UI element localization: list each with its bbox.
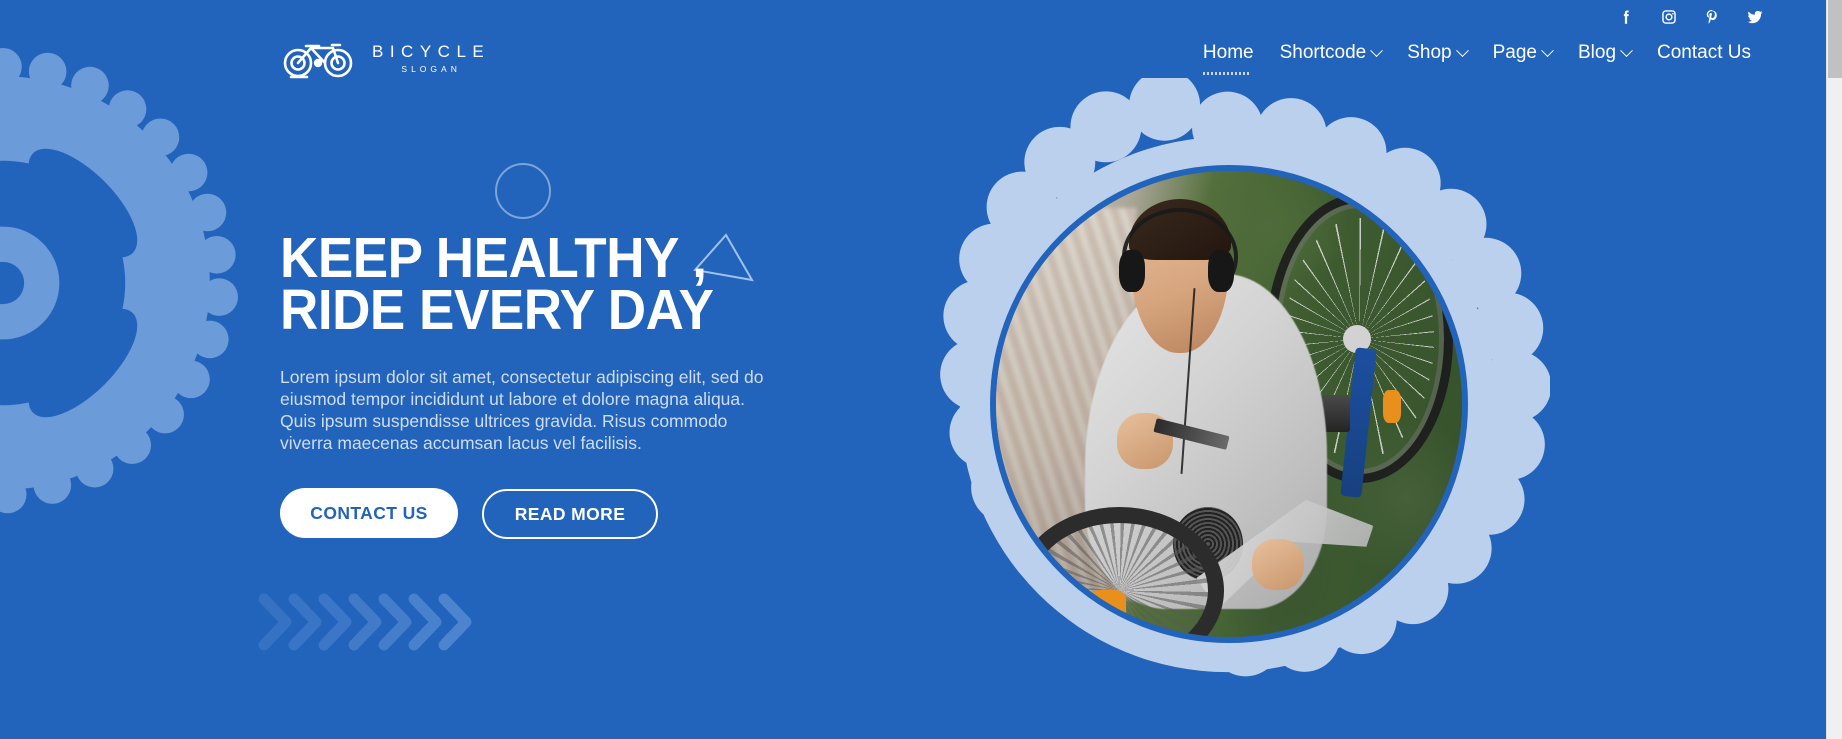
hero-title: KEEP HEALTHY , RIDE EVERY DAY xyxy=(280,226,714,342)
logo-title: BICYCLE xyxy=(372,41,491,61)
nav-item-contact-us[interactable]: Contact Us xyxy=(1644,40,1764,66)
scrollbar-thumb[interactable] xyxy=(1828,0,1842,78)
active-nav-underline xyxy=(1202,72,1251,75)
hero-description: Lorem ipsum dolor sit amet, consectetur … xyxy=(280,367,764,453)
hero-photo xyxy=(990,165,1468,643)
main-navigation: Home Shortcode Shop Page Blog Contact Us xyxy=(1190,40,1764,75)
chevron-down-icon xyxy=(1370,43,1384,57)
hero-content: KEEP HEALTHY , RIDE EVERY DAY Lorem ipsu… xyxy=(280,226,800,539)
read-more-button[interactable]: READ MORE xyxy=(482,489,658,539)
nav-item-page[interactable]: Page xyxy=(1480,40,1565,66)
logo-subtitle: SLOGAN xyxy=(401,63,461,74)
nav-label: Blog xyxy=(1577,42,1617,63)
vertical-scrollbar[interactable] xyxy=(1826,0,1842,739)
chevron-down-icon xyxy=(1455,43,1469,57)
nav-label: Shop xyxy=(1407,42,1452,63)
nav-item-shortcode[interactable]: Shortcode xyxy=(1267,40,1395,66)
chevron-arrows-icon xyxy=(258,593,472,651)
nav-label: Home xyxy=(1202,42,1254,63)
chevron-down-icon xyxy=(1620,43,1633,57)
nav-label: Contact Us xyxy=(1657,42,1751,63)
chevron-down-icon xyxy=(1541,43,1554,57)
page-root: BICYCLE SLOGAN Home Shortcode Shop Page xyxy=(0,0,1842,739)
outline-circle-icon xyxy=(495,163,551,219)
nav-label: Shortcode xyxy=(1279,42,1367,63)
twitter-icon[interactable] xyxy=(1746,7,1764,27)
nav-label: Page xyxy=(1492,42,1537,63)
contact-us-button[interactable]: CONTACT US xyxy=(280,488,458,538)
instagram-icon[interactable] xyxy=(1660,7,1678,27)
site-logo[interactable]: BICYCLE SLOGAN xyxy=(280,32,490,84)
nav-item-home[interactable]: Home xyxy=(1190,40,1267,75)
bicycle-icon xyxy=(283,43,353,79)
nav-item-blog[interactable]: Blog xyxy=(1565,40,1644,66)
facebook-icon[interactable] xyxy=(1617,7,1635,27)
social-links xyxy=(1617,4,1764,30)
hero-button-group: CONTACT US READ MORE xyxy=(280,487,800,539)
nav-item-shop[interactable]: Shop xyxy=(1394,40,1479,66)
chainring-gear-icon xyxy=(0,48,238,514)
browser-viewport: BICYCLE SLOGAN Home Shortcode Shop Page xyxy=(0,0,1826,739)
pinterest-icon[interactable] xyxy=(1703,7,1721,27)
